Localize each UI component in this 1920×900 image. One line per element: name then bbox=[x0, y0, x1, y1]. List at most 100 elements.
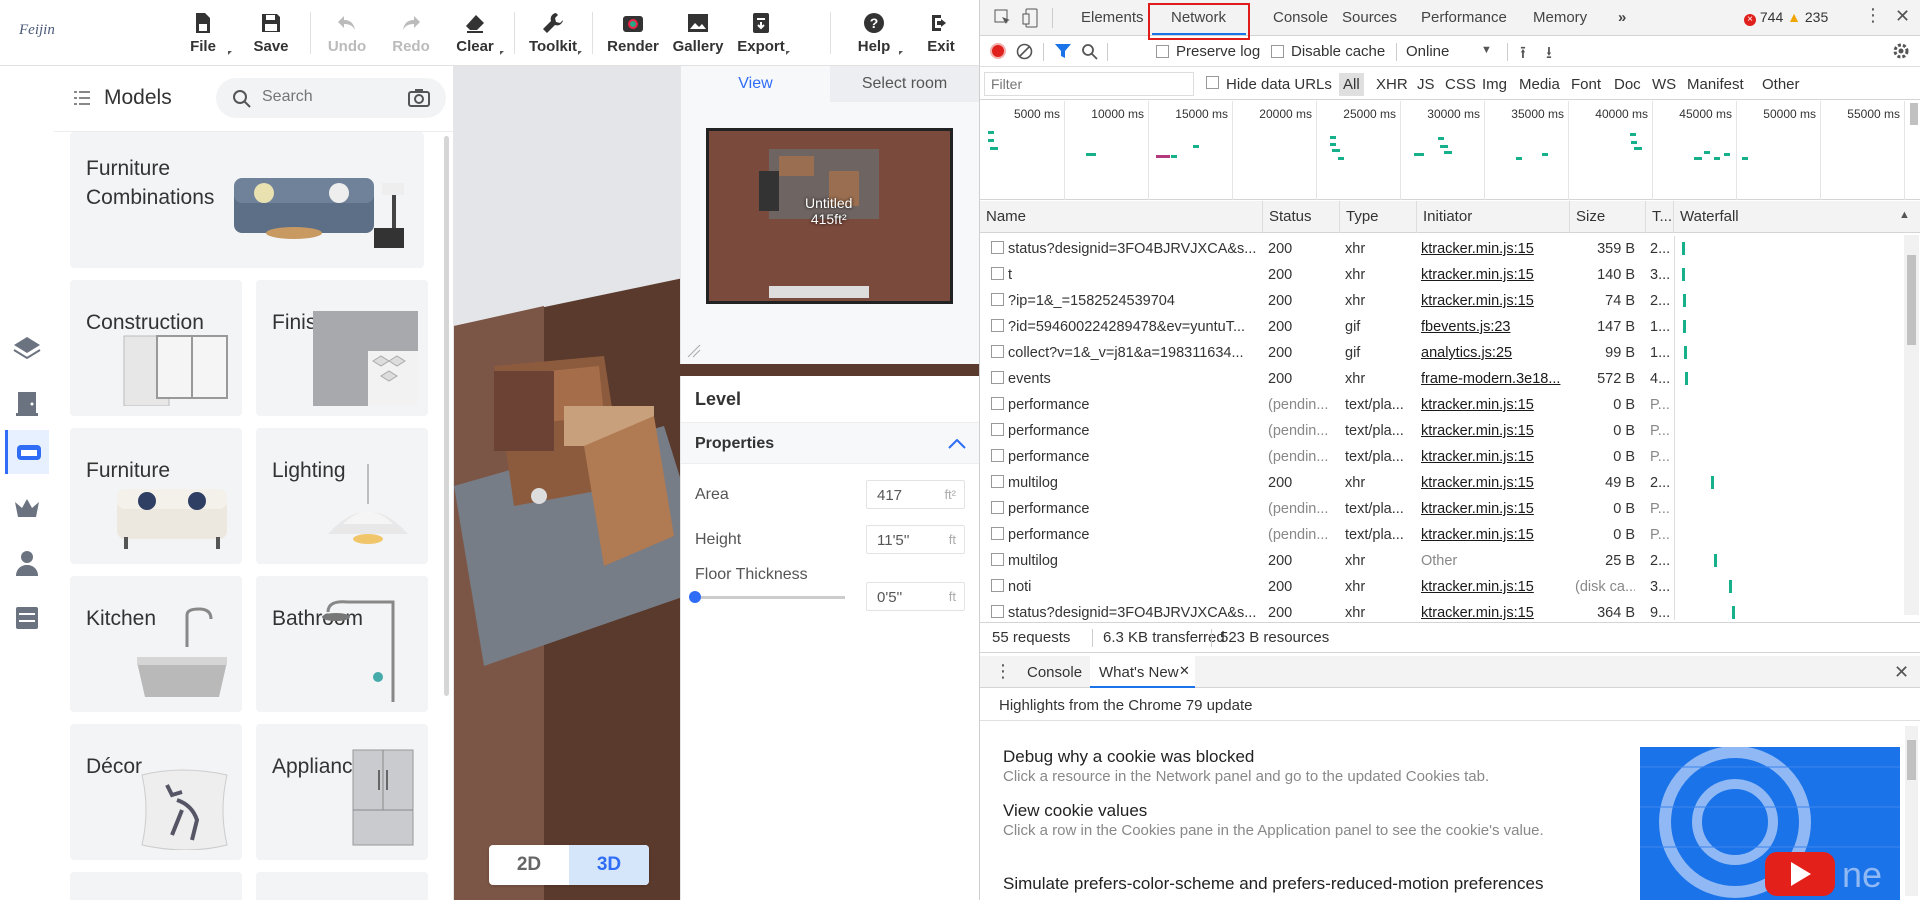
export-menu[interactable]: Export bbox=[728, 10, 794, 55]
filter-js[interactable]: JS bbox=[1417, 76, 1435, 93]
card-kitchen[interactable]: Kitchen bbox=[70, 576, 242, 712]
card-decor[interactable]: Décor bbox=[70, 724, 242, 860]
table-row[interactable]: performance (pendin... text/pla... ktracker… bbox=[980, 496, 1920, 522]
height-field[interactable]: 11'5'' ft bbox=[866, 525, 965, 554]
feature-title[interactable]: Simulate prefers-color-scheme and prefer… bbox=[1003, 874, 1543, 894]
card-appliances[interactable]: Appliances bbox=[256, 724, 428, 860]
filter-css[interactable]: CSS bbox=[1445, 76, 1476, 93]
drawer-menu-icon[interactable]: ⋮ bbox=[994, 661, 1012, 682]
whats-new-video-thumbnail[interactable]: ne bbox=[1640, 747, 1900, 900]
card-furniture[interactable]: Furniture bbox=[70, 428, 242, 564]
drawer-tab-console[interactable]: Console bbox=[1027, 664, 1082, 681]
request-initiator[interactable]: ktracker.min.js:15 bbox=[1421, 397, 1570, 413]
filter-media[interactable]: Media bbox=[1519, 76, 1560, 93]
3d-button[interactable]: 3D bbox=[569, 845, 649, 885]
preserve-log-checkbox[interactable] bbox=[1156, 45, 1169, 58]
table-row[interactable]: status?designid=3FO4BJRVJXCA&s... 200 xhr k… bbox=[980, 236, 1920, 262]
clear-log-icon[interactable] bbox=[1016, 43, 1033, 60]
table-row[interactable]: performance (pendin... text/pla... ktracker… bbox=[980, 392, 1920, 418]
2d-button[interactable]: 2D bbox=[489, 845, 569, 885]
col-size[interactable]: Size bbox=[1570, 201, 1646, 233]
card-more-2[interactable] bbox=[256, 872, 428, 900]
toolkit-menu[interactable]: Toolkit bbox=[520, 10, 586, 55]
chevron-down-icon[interactable]: ▼ bbox=[1481, 44, 1492, 56]
table-row[interactable]: events 200 xhr frame-modern.3e18... 572 B 4..… bbox=[980, 366, 1920, 392]
filter-input[interactable] bbox=[984, 72, 1194, 96]
col-time[interactable]: T... bbox=[1646, 201, 1674, 233]
record-icon[interactable] bbox=[990, 43, 1006, 59]
resize-handle-icon[interactable] bbox=[687, 344, 701, 358]
table-row[interactable]: status?designid=3FO4BJRVJXCA&s... 200 xhr k… bbox=[980, 600, 1920, 620]
table-row[interactable]: noti 200 xhr ktracker.min.js:15 (disk ca... 3… bbox=[980, 574, 1920, 600]
more-tabs-button[interactable]: » bbox=[1618, 9, 1626, 26]
help-menu[interactable]: ? Help bbox=[841, 10, 907, 55]
filter-manifest[interactable]: Manifest bbox=[1687, 76, 1744, 93]
tab-memory[interactable]: Memory bbox=[1533, 9, 1587, 26]
filter-ws[interactable]: WS bbox=[1652, 76, 1676, 93]
floor-thickness-slider[interactable] bbox=[689, 591, 845, 603]
card-bathroom[interactable]: Bathroom bbox=[256, 576, 428, 712]
filter-doc[interactable]: Doc bbox=[1614, 76, 1641, 93]
rail-storage[interactable] bbox=[5, 596, 49, 640]
undo-button[interactable]: Undo bbox=[314, 10, 380, 55]
col-waterfall[interactable]: Waterfall bbox=[1674, 201, 1920, 233]
close-devtools-icon[interactable]: ✕ bbox=[1895, 6, 1910, 27]
table-row[interactable]: performance (pendin... text/pla... ktracker… bbox=[980, 418, 1920, 444]
clear-menu[interactable]: Clear bbox=[442, 10, 508, 55]
whats-new-scrollbar[interactable] bbox=[1905, 726, 1918, 896]
slider-knob[interactable] bbox=[689, 591, 701, 603]
floorplan-minimap[interactable]: Untitled 415ft² bbox=[706, 128, 953, 304]
table-row[interactable]: multilog 200 xhr ktracker.min.js:15 49 B 2... bbox=[980, 470, 1920, 496]
card-construction[interactable]: Construction bbox=[70, 280, 242, 416]
save-button[interactable]: Save bbox=[238, 10, 304, 55]
filter-other[interactable]: Other bbox=[1762, 76, 1800, 93]
col-name[interactable]: Name bbox=[980, 201, 1263, 233]
throttle-select[interactable]: Online bbox=[1406, 43, 1449, 60]
request-initiator[interactable]: ktracker.min.js:15 bbox=[1421, 267, 1570, 283]
tab-elements[interactable]: Elements bbox=[1081, 9, 1144, 26]
disable-cache-checkbox[interactable] bbox=[1271, 45, 1284, 58]
card-lighting[interactable]: Lighting bbox=[256, 428, 428, 564]
card-furniture-combinations[interactable]: Furniture Combinations bbox=[70, 132, 424, 268]
network-overview[interactable]: 5000 ms 10000 ms 15000 ms 20000 ms 25000 ms 3… bbox=[980, 101, 1920, 200]
redo-button[interactable]: Redo bbox=[378, 10, 444, 55]
request-initiator[interactable]: ktracker.min.js:15 bbox=[1421, 241, 1570, 257]
table-row[interactable]: collect?v=1&_v=j81&a=198311634... 200 gif a… bbox=[980, 340, 1920, 366]
table-row[interactable]: ?ip=1&_=1582524539704 200 xhr ktracker.min.… bbox=[980, 288, 1920, 314]
rail-construction[interactable] bbox=[5, 381, 49, 425]
tab-sources[interactable]: Sources bbox=[1342, 9, 1397, 26]
exit-button[interactable]: Exit bbox=[908, 10, 974, 55]
col-initiator[interactable]: Initiator bbox=[1417, 201, 1570, 233]
filter-img[interactable]: Img bbox=[1482, 76, 1507, 93]
file-menu[interactable]: File bbox=[170, 10, 236, 55]
card-more-1[interactable] bbox=[70, 872, 242, 900]
request-initiator[interactable]: ktracker.min.js:15 bbox=[1421, 605, 1570, 620]
gear-icon[interactable] bbox=[1892, 42, 1910, 60]
device-toolbar-icon[interactable] bbox=[1022, 8, 1038, 28]
request-initiator[interactable]: frame-modern.3e18... bbox=[1421, 371, 1570, 387]
feature-title[interactable]: Debug why a cookie was blocked bbox=[1003, 747, 1254, 767]
rail-models[interactable] bbox=[5, 430, 49, 474]
table-row[interactable]: ?id=594600224289478&ev=yuntuT... 200 gif fb… bbox=[980, 314, 1920, 340]
kebab-menu-icon[interactable]: ⋮ bbox=[1864, 6, 1882, 24]
drawer-tab-whats-new[interactable]: What's New ✕ bbox=[1090, 656, 1195, 688]
rail-premium[interactable] bbox=[5, 486, 49, 530]
request-initiator[interactable]: fbevents.js:23 bbox=[1421, 319, 1570, 335]
filter-xhr[interactable]: XHR bbox=[1376, 76, 1408, 93]
request-initiator[interactable]: Other bbox=[1421, 553, 1570, 569]
issue-counter[interactable]: × 744 ▲ 235 bbox=[1744, 9, 1828, 26]
render-button[interactable]: Render bbox=[600, 10, 666, 55]
models-search[interactable] bbox=[216, 78, 446, 118]
table-row[interactable]: performance (pendin... text/pla... ktracker… bbox=[980, 444, 1920, 470]
filter-all[interactable]: All bbox=[1339, 73, 1364, 96]
request-initiator[interactable]: ktracker.min.js:15 bbox=[1421, 293, 1570, 309]
inspect-element-icon[interactable] bbox=[994, 9, 1012, 27]
search-icon[interactable] bbox=[1081, 43, 1098, 60]
request-list-scrollbar[interactable] bbox=[1904, 235, 1919, 615]
models-scrollbar[interactable] bbox=[444, 136, 449, 696]
close-drawer-icon[interactable]: ✕ bbox=[1894, 662, 1909, 683]
area-field[interactable]: 417 ft² bbox=[866, 480, 965, 509]
filter-font[interactable]: Font bbox=[1571, 76, 1601, 93]
table-row[interactable]: t 200 xhr ktracker.min.js:15 140 B 3... bbox=[980, 262, 1920, 288]
request-initiator[interactable]: ktracker.min.js:15 bbox=[1421, 475, 1570, 491]
